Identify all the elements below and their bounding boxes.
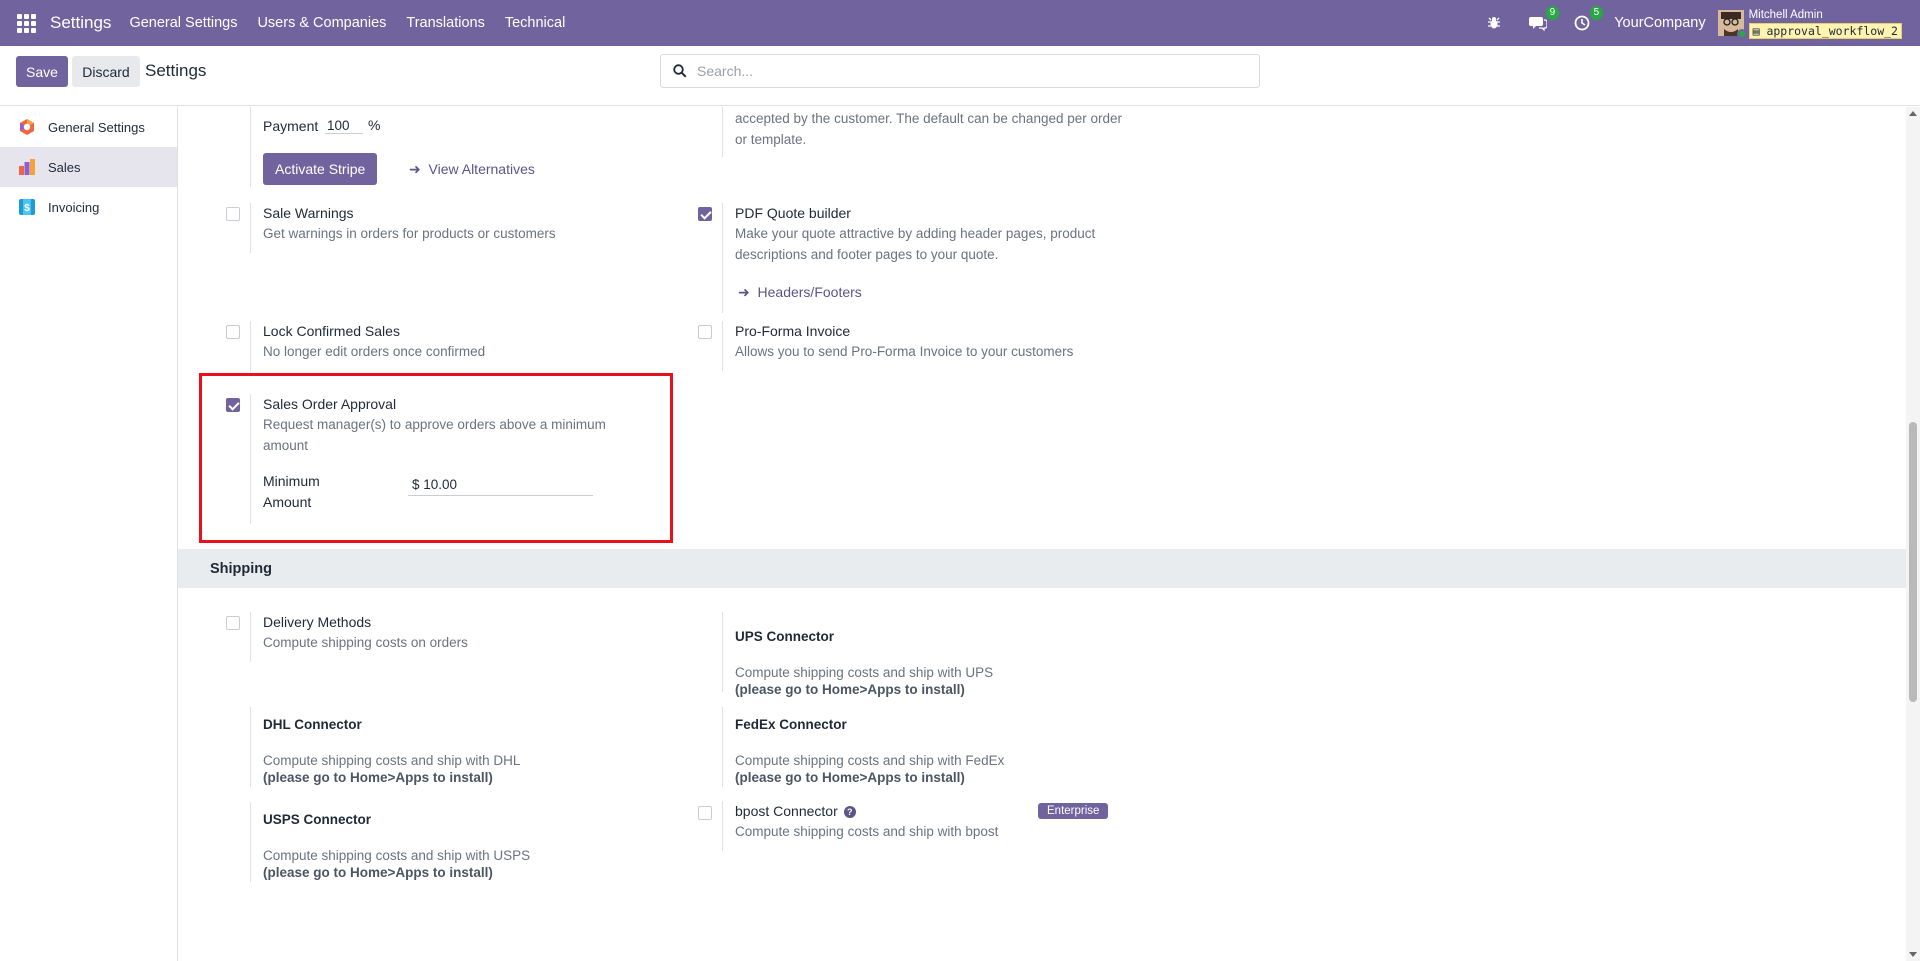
lock-confirmed-sales-checkbox[interactable] [226, 325, 240, 339]
top-navbar: Settings General Settings Users & Compan… [0, 0, 1920, 46]
delivery-methods-desc: Compute shipping costs on orders [263, 635, 468, 650]
divider [722, 107, 723, 157]
divider [722, 612, 723, 692]
vertical-scrollbar[interactable] [1906, 107, 1920, 961]
divider [250, 707, 251, 787]
percent-unit: % [368, 117, 381, 133]
settings-main: Payment 100 % Activate Stripe ➜ View Alt… [178, 107, 1906, 961]
sidebar-item-label: Invoicing [48, 199, 100, 215]
svg-text:$: $ [24, 203, 30, 214]
dhl-connector-note: (please go to Home>Apps to install) [263, 770, 493, 785]
divider [250, 107, 251, 187]
enterprise-badge[interactable]: Enterprise [1038, 803, 1109, 819]
divider [722, 203, 723, 313]
headers-footers-link[interactable]: ➜ Headers/Footers [738, 284, 862, 301]
lock-confirmed-sales-title: Lock Confirmed Sales [263, 323, 400, 339]
usps-connector-note: (please go to Home>Apps to install) [263, 865, 493, 880]
sales-icon [19, 159, 35, 175]
sidebar-item-sales[interactable]: Sales [0, 147, 177, 187]
ups-connector-title: UPS Connector [735, 629, 835, 644]
delivery-methods-title: Delivery Methods [263, 614, 372, 630]
divider [250, 394, 251, 524]
pdf-quote-builder-title: PDF Quote builder [735, 205, 851, 221]
user-avatar[interactable] [1717, 10, 1747, 39]
bpost-connector-title-wrap: bpost Connector? [735, 803, 856, 819]
user-menu[interactable]: Mitchell Admin ▤ approval_workflow_2 [1748, 8, 1902, 39]
divider [722, 801, 723, 851]
bpost-connector-title: bpost Connector [735, 803, 838, 819]
activate-stripe-button[interactable]: Activate Stripe [263, 153, 378, 185]
invoicing-icon: $ [19, 199, 35, 215]
debug-bug-icon[interactable] [1482, 11, 1506, 35]
sale-warnings-checkbox[interactable] [226, 207, 240, 221]
sidebar-item-invoicing[interactable]: $ Invoicing [0, 187, 177, 227]
headers-footers-label: Headers/Footers [757, 284, 862, 300]
database-name-tag: ▤ approval_workflow_2 [1748, 22, 1902, 39]
apps-menu-icon[interactable] [4, 0, 48, 46]
app-brand[interactable]: Settings [50, 13, 111, 33]
activities-clock-icon[interactable]: 5 [1570, 6, 1604, 35]
fedex-connector-title: FedEx Connector [735, 717, 847, 732]
minimum-amount-label: Minimum Amount [263, 473, 320, 510]
divider [250, 612, 251, 662]
sale-warnings-title: Sale Warnings [263, 205, 354, 221]
quote-validity-description: accepted by the customer. The default ca… [735, 111, 1123, 147]
page-title: Settings [145, 61, 207, 80]
search-bar[interactable] [660, 54, 1260, 88]
fedex-connector-note: (please go to Home>Apps to install) [735, 770, 965, 785]
delivery-methods-checkbox[interactable] [226, 616, 240, 630]
view-alternatives-label: View Alternatives [428, 161, 535, 177]
lock-confirmed-sales-desc: No longer edit orders once confirmed [263, 344, 486, 359]
search-input[interactable] [697, 63, 1237, 79]
menu-general-settings[interactable]: General Settings [129, 15, 237, 31]
pro-forma-invoice-title: Pro-Forma Invoice [735, 323, 851, 339]
online-status-dot [1736, 29, 1747, 39]
pro-forma-invoice-desc: Allows you to send Pro-Forma Invoice to … [735, 344, 1074, 359]
messages-count-badge: 9 [1545, 6, 1560, 20]
pdf-quote-builder-checkbox[interactable] [698, 207, 712, 221]
search-icon [673, 64, 687, 78]
divider [722, 707, 723, 787]
pdf-quote-builder-desc: Make your quote attractive by adding hea… [735, 226, 1096, 262]
ups-connector-note: (please go to Home>Apps to install) [735, 682, 965, 697]
sidebar-item-label: General Settings [48, 119, 145, 135]
divider [722, 321, 723, 371]
minimum-amount-input[interactable]: $ 10.00 [408, 477, 593, 496]
company-switcher[interactable]: YourCompany [1614, 15, 1705, 31]
bpost-connector-desc: Compute shipping costs and ship with bpo… [735, 824, 999, 839]
database-name: approval_workflow_2 [1766, 23, 1898, 38]
payment-label: Payment [263, 118, 319, 134]
bpost-connector-checkbox[interactable] [698, 806, 712, 820]
scroll-down-arrow-icon[interactable] [1909, 952, 1917, 957]
shipping-section-header: Shipping [178, 549, 1906, 588]
help-question-icon[interactable]: ? [843, 806, 856, 819]
view-alternatives-link[interactable]: ➜ View Alternatives [409, 161, 535, 178]
sale-warnings-desc: Get warnings in orders for products or c… [263, 226, 556, 241]
settings-sidebar: General Settings Sales $ Invoicing [0, 107, 178, 961]
save-button[interactable]: Save [16, 56, 68, 87]
pro-forma-invoice-checkbox[interactable] [698, 325, 712, 339]
sales-order-approval-title: Sales Order Approval [263, 396, 397, 412]
sales-order-approval-checkbox[interactable] [226, 398, 240, 412]
menu-translations[interactable]: Translations [406, 15, 484, 31]
sales-order-approval-desc: Request manager(s) to approve orders abo… [263, 417, 606, 453]
dhl-connector-title: DHL Connector [263, 717, 362, 732]
divider [250, 802, 251, 882]
general-settings-icon [20, 119, 34, 135]
usps-connector-title: USPS Connector [263, 812, 372, 827]
payment-percent-input[interactable]: 100 [325, 118, 363, 134]
discard-button[interactable]: Discard [72, 56, 140, 87]
activities-count-badge: 5 [1589, 6, 1604, 20]
menu-users-companies[interactable]: Users & Companies [257, 15, 386, 31]
user-name: Mitchell Admin [1748, 8, 1823, 21]
divider [250, 203, 251, 253]
scrollbar-thumb[interactable] [1909, 422, 1917, 702]
scroll-up-arrow-icon[interactable] [1909, 111, 1917, 116]
messages-chat-icon[interactable]: 9 [1526, 6, 1560, 35]
control-panel: Save Discard Settings [0, 46, 1920, 106]
sidebar-item-general-settings[interactable]: General Settings [0, 107, 177, 147]
divider [250, 321, 251, 371]
sidebar-item-label: Sales [48, 159, 81, 175]
menu-technical[interactable]: Technical [505, 15, 565, 31]
